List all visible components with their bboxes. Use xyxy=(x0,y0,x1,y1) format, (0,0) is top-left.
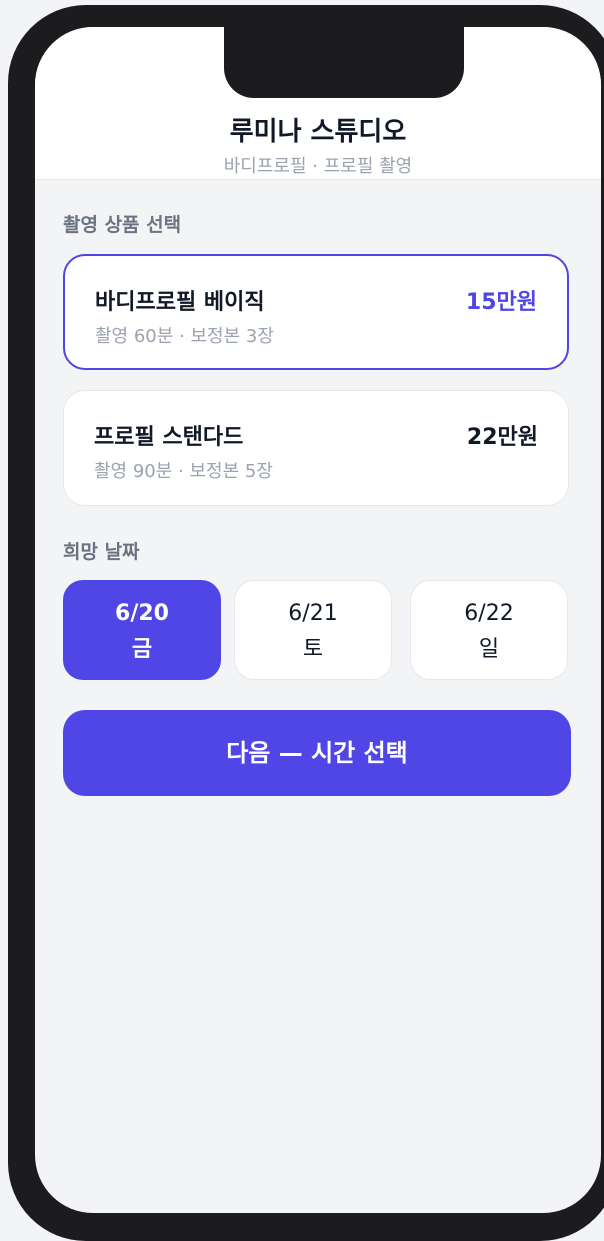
date-number: 6/22 xyxy=(464,601,514,626)
date-weekday: 일 xyxy=(478,637,500,662)
date-section-label: 희망 날짜 xyxy=(63,541,140,563)
product-price: 15만원 xyxy=(465,290,537,315)
product-price: 22만원 xyxy=(466,425,538,450)
product-detail: 촬영 90분 · 보정본 5장 xyxy=(94,461,273,482)
phone-screen: 루미나 스튜디오 바디프로필 · 프로필 촬영 촬영 상품 선택 바디프로필 베… xyxy=(35,27,601,1213)
studio-subtitle: 바디프로필 · 프로필 촬영 xyxy=(223,156,413,177)
phone-frame: 루미나 스튜디오 바디프로필 · 프로필 촬영 촬영 상품 선택 바디프로필 베… xyxy=(8,5,604,1241)
studio-name: 루미나 스튜디오 xyxy=(229,117,407,147)
product-name: 프로필 스탠다드 xyxy=(94,425,244,450)
date-number: 6/21 xyxy=(288,601,338,626)
date-number: 6/20 xyxy=(115,601,169,626)
date-option-0620[interactable]: 6/20 금 xyxy=(63,580,221,680)
product-card-standard[interactable]: 프로필 스탠다드 촬영 90분 · 보정본 5장 22만원 xyxy=(63,390,569,506)
date-weekday: 토 xyxy=(302,637,324,662)
product-section-label: 촬영 상품 선택 xyxy=(63,214,182,236)
phone-notch xyxy=(224,27,464,98)
product-card-basic[interactable]: 바디프로필 베이직 촬영 60분 · 보정본 3장 15만원 xyxy=(63,254,569,370)
next-button[interactable]: 다음 — 시간 선택 xyxy=(63,710,571,796)
date-weekday: 금 xyxy=(131,637,153,662)
date-option-0622[interactable]: 6/22 일 xyxy=(410,580,568,680)
date-option-0621[interactable]: 6/21 토 xyxy=(234,580,392,680)
product-name: 바디프로필 베이직 xyxy=(95,290,265,315)
product-detail: 촬영 60분 · 보정본 3장 xyxy=(95,326,274,347)
